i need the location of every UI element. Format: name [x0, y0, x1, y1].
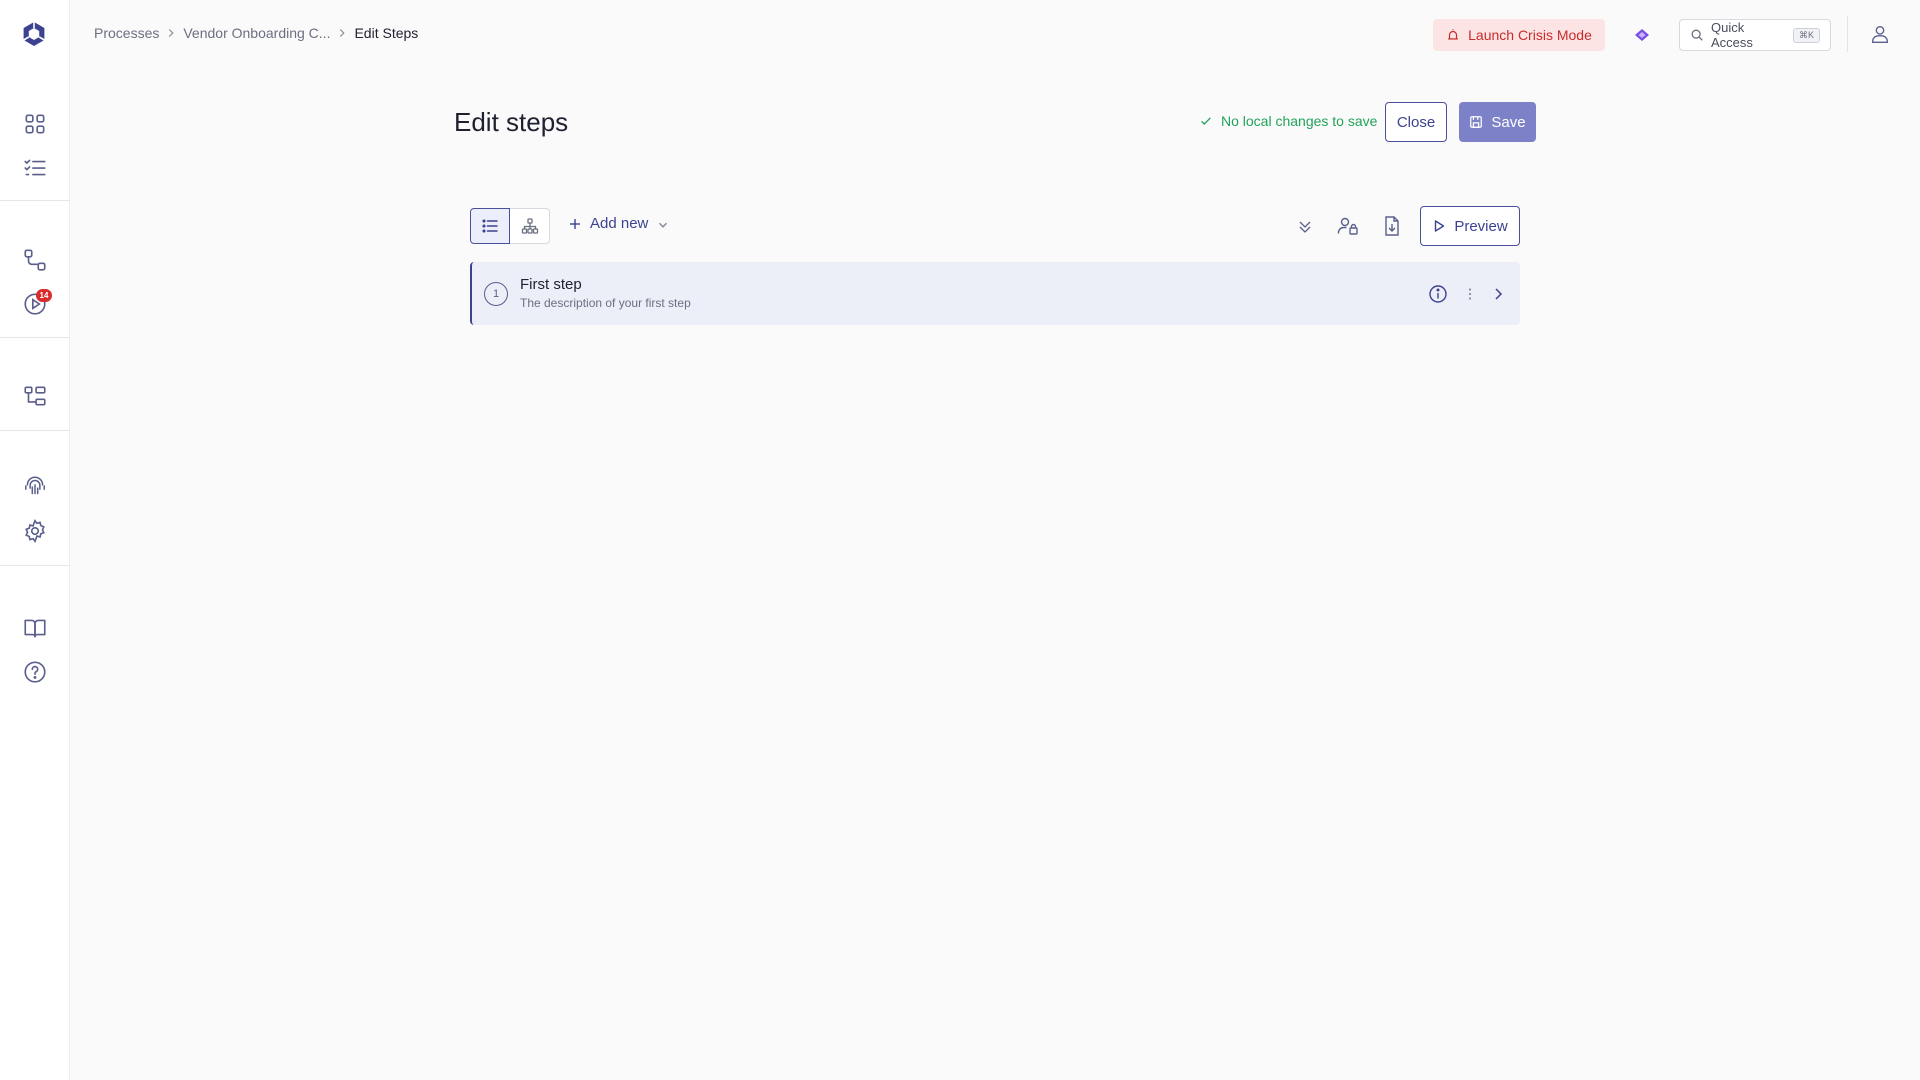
save-status-text: No local changes to save: [1221, 113, 1378, 129]
save-button[interactable]: Save: [1459, 102, 1536, 142]
runs-badge: 14: [36, 289, 52, 302]
preview-button[interactable]: Preview: [1420, 206, 1520, 246]
dashboard-icon[interactable]: [22, 111, 48, 137]
checklist-icon[interactable]: [22, 155, 48, 181]
user-permissions-icon[interactable]: [1336, 214, 1360, 238]
docs-book-icon[interactable]: [22, 615, 48, 641]
topbar-divider: [1847, 16, 1848, 52]
chevron-right-icon[interactable]: [1488, 284, 1508, 304]
processes-icon[interactable]: [22, 247, 48, 273]
search-icon: [1690, 28, 1704, 42]
sitemap-icon: [521, 217, 539, 235]
chevron-right-icon: [335, 26, 349, 40]
quick-access-label: Quick Access: [1711, 20, 1753, 50]
sidebar-divider: [0, 565, 70, 566]
chevron-down-icon: [656, 218, 668, 229]
ai-assistant-icon[interactable]: [1632, 25, 1652, 45]
info-icon[interactable]: [1428, 284, 1448, 304]
sidebar-divider: [0, 337, 70, 338]
launch-crisis-mode-label: Launch Crisis Mode: [1468, 27, 1592, 43]
fingerprint-icon[interactable]: [22, 474, 48, 500]
collapse-all-icon[interactable]: [1293, 214, 1317, 238]
breadcrumb-current: Edit Steps: [354, 25, 419, 41]
step-title: First step: [520, 276, 582, 293]
plus-icon: [568, 217, 582, 231]
play-icon: [1432, 219, 1446, 233]
user-profile-icon[interactable]: [1869, 23, 1891, 45]
hierarchy-icon[interactable]: [22, 383, 48, 409]
keyboard-shortcut: ⌘K: [1792, 27, 1820, 43]
step-row[interactable]: 1 First step The description of your fir…: [470, 262, 1520, 325]
view-toggle: [470, 208, 550, 244]
step-description: The description of your first step: [520, 296, 691, 310]
quick-access-search[interactable]: Quick Access ⌘K: [1679, 19, 1831, 51]
add-new-label: Add new: [590, 215, 649, 232]
siren-icon: [1446, 28, 1460, 42]
settings-icon[interactable]: [22, 518, 48, 544]
breadcrumb: Processes Vendor Onboarding C... Edit St…: [94, 25, 418, 41]
more-vertical-icon[interactable]: [1460, 284, 1480, 304]
launch-crisis-mode-button[interactable]: Launch Crisis Mode: [1433, 19, 1605, 51]
step-number: 1: [484, 282, 508, 306]
breadcrumb-processes[interactable]: Processes: [94, 25, 159, 41]
app-logo[interactable]: [21, 21, 47, 47]
save-status: No local changes to save: [1199, 113, 1377, 129]
close-button[interactable]: Close: [1385, 102, 1447, 142]
tree-view-button[interactable]: [510, 208, 550, 244]
chevron-right-icon: [164, 26, 178, 40]
preview-button-label: Preview: [1454, 217, 1508, 235]
sidebar-divider: [0, 430, 70, 431]
page-title: Edit steps: [454, 107, 569, 137]
save-button-label: Save: [1491, 113, 1526, 131]
file-export-icon[interactable]: [1380, 214, 1404, 238]
add-new-dropdown[interactable]: Add new: [568, 215, 668, 232]
floppy-disk-icon: [1469, 115, 1483, 129]
list-icon: [481, 217, 499, 235]
sidebar: 14: [0, 0, 70, 1080]
check-icon: [1199, 114, 1213, 128]
breadcrumb-process[interactable]: Vendor Onboarding C...: [183, 25, 330, 41]
sidebar-divider: [0, 200, 70, 201]
help-icon[interactable]: [22, 659, 48, 685]
list-view-button[interactable]: [470, 208, 510, 244]
